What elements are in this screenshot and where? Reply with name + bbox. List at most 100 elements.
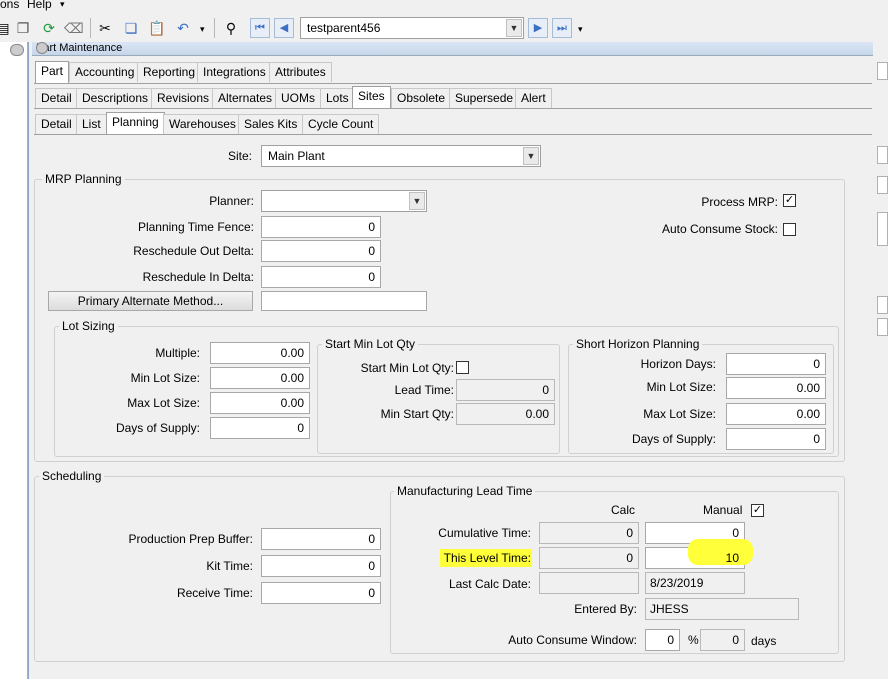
manual-checkbox[interactable]: ✓ xyxy=(751,504,764,517)
print-icon[interactable]: ▤ xyxy=(0,19,12,37)
tab-descriptions[interactable]: Descriptions xyxy=(76,88,155,108)
planning-time-fence-field[interactable]: 0 xyxy=(261,216,381,238)
tab-reporting[interactable]: Reporting xyxy=(137,62,202,82)
side-tab[interactable] xyxy=(877,318,888,336)
tab-warehouses[interactable]: Warehouses xyxy=(163,114,242,134)
sh-days-of-supply-field[interactable]: 0 xyxy=(726,428,826,450)
binoculars-icon[interactable]: ⚲ xyxy=(222,19,240,37)
sh-max-lot-size-field[interactable]: 0.00 xyxy=(726,403,826,425)
primary-alternate-method-button[interactable]: Primary Alternate Method... xyxy=(48,291,253,311)
eraser-icon[interactable]: ⌫ xyxy=(64,19,84,37)
auto-consume-window-label: Auto Consume Window: xyxy=(508,633,637,647)
tab-obsolete[interactable]: Obsolete xyxy=(391,88,452,108)
tab-lots[interactable]: Lots xyxy=(320,88,355,108)
auto-consume-days-field: 0 xyxy=(700,629,745,651)
side-tab[interactable] xyxy=(877,212,888,246)
menu-item-ons[interactable]: ons xyxy=(0,0,19,11)
process-mrp-checkbox[interactable]: ✓ xyxy=(783,194,796,207)
record-search-combo[interactable]: testparent456 ▼ xyxy=(300,17,524,39)
production-prep-buffer-label: Production Prep Buffer: xyxy=(128,532,253,546)
last-calc-date-calc xyxy=(539,572,639,594)
refresh-icon[interactable]: ⟳ xyxy=(40,19,58,37)
site-label: Site: xyxy=(227,149,252,163)
tab-accounting[interactable]: Accounting xyxy=(69,62,141,82)
tab-sites[interactable]: Sites xyxy=(352,86,391,108)
horizon-days-field[interactable]: 0 xyxy=(726,353,826,375)
side-tab[interactable] xyxy=(877,296,888,314)
tab-revisions[interactable]: Revisions xyxy=(151,88,216,108)
this-level-time-manual[interactable]: 10 xyxy=(645,539,753,569)
auto-consume-stock-checkbox[interactable] xyxy=(783,223,796,236)
side-tab[interactable] xyxy=(877,176,888,194)
start-min-lot-qty-label: Start Min Lot Qty: xyxy=(360,361,454,375)
lead-time-label: Lead Time: xyxy=(394,383,454,397)
chevron-down-icon[interactable]: ▾ xyxy=(578,24,583,35)
reschedule-in-delta-field[interactable]: 0 xyxy=(261,266,381,288)
window-titlebar: Part Maintenance xyxy=(32,42,873,56)
side-tab[interactable] xyxy=(877,146,888,164)
tab-integrations[interactable]: Integrations xyxy=(197,62,272,82)
kit-time-label: Kit Time: xyxy=(206,559,253,573)
first-record-button[interactable]: ⏮ xyxy=(250,18,270,38)
multiple-field[interactable]: 0.00 xyxy=(210,342,310,364)
primary-alternate-method-field[interactable] xyxy=(261,291,427,311)
chevron-down-icon[interactable]: ▾ xyxy=(200,24,205,35)
sh-min-lot-size-field[interactable]: 0.00 xyxy=(726,377,826,399)
tab-attributes[interactable]: Attributes xyxy=(269,62,332,82)
this-level-time-calc: 0 xyxy=(539,547,639,569)
highlight-mark xyxy=(688,539,753,565)
previous-record-button[interactable]: ◀ xyxy=(274,18,294,38)
kit-time-field[interactable]: 0 xyxy=(261,555,381,577)
tab-detail[interactable]: Detail xyxy=(35,88,78,108)
days-of-supply-field[interactable]: 0 xyxy=(210,417,310,439)
days-label: days xyxy=(751,634,777,648)
sh-days-of-supply-label: Days of Supply: xyxy=(631,432,716,446)
reschedule-in-delta-label: Reschedule In Delta: xyxy=(142,270,254,284)
lot-sizing-title: Lot Sizing xyxy=(59,319,118,333)
last-record-button[interactable]: ⏭ xyxy=(552,18,572,38)
tab-alternates[interactable]: Alternates xyxy=(212,88,279,108)
tab-detail-sub[interactable]: Detail xyxy=(35,114,78,134)
copy-doc-icon[interactable]: ❐ xyxy=(14,19,32,37)
undo-icon[interactable]: ↶ xyxy=(174,19,192,37)
next-record-button[interactable]: ▶ xyxy=(528,18,548,38)
tab-planning[interactable]: Planning xyxy=(106,112,165,134)
copy-icon[interactable]: ❏ xyxy=(122,19,140,37)
receive-time-field[interactable]: 0 xyxy=(261,582,381,604)
chevron-down-icon[interactable]: ▾ xyxy=(60,0,65,10)
tab-part[interactable]: Part xyxy=(35,61,70,83)
cut-icon[interactable]: ✂ xyxy=(96,19,114,37)
chevron-down-icon[interactable]: ▼ xyxy=(523,147,539,165)
start-min-lot-qty-checkbox[interactable] xyxy=(456,361,469,374)
tab-cycle-count[interactable]: Cycle Count xyxy=(302,114,380,134)
planner-select[interactable]: ▼ xyxy=(261,190,427,212)
start-min-lot-qty-title: Start Min Lot Qty xyxy=(322,337,419,351)
site-select[interactable]: Main Plant ▼ xyxy=(261,145,541,167)
record-search-value: testparent456 xyxy=(307,21,381,35)
auto-consume-window-field[interactable]: 0 xyxy=(645,629,680,651)
chevron-down-icon[interactable]: ▼ xyxy=(409,192,425,210)
tab-list[interactable]: List xyxy=(76,114,107,134)
min-lot-size-field[interactable]: 0.00 xyxy=(210,367,310,389)
last-calc-date-manual: 8/23/2019 xyxy=(645,572,745,594)
side-tab[interactable] xyxy=(877,62,888,80)
tab-supersede[interactable]: Supersede xyxy=(449,88,520,108)
max-lot-size-label: Max Lot Size: xyxy=(127,396,200,410)
process-mrp-label: Process MRP: xyxy=(701,195,778,209)
paste-icon[interactable]: 📋 xyxy=(148,19,166,37)
pin-icon[interactable] xyxy=(10,44,24,56)
lead-time-field: 0 xyxy=(456,379,555,401)
receive-time-label: Receive Time: xyxy=(176,586,253,600)
production-prep-buffer-field[interactable]: 0 xyxy=(261,528,381,550)
tab-alert[interactable]: Alert xyxy=(515,88,552,108)
horizon-days-label: Horizon Days: xyxy=(640,357,716,371)
tab-sales-kits[interactable]: Sales Kits xyxy=(238,114,304,134)
reschedule-out-delta-label: Reschedule Out Delta: xyxy=(133,244,254,258)
menu-item-help[interactable]: Help xyxy=(27,0,52,11)
max-lot-size-field[interactable]: 0.00 xyxy=(210,392,310,414)
pin-icon[interactable] xyxy=(36,42,48,54)
this-level-time-label: This Level Time: xyxy=(443,551,531,565)
chevron-down-icon[interactable]: ▼ xyxy=(506,19,522,37)
reschedule-out-delta-field[interactable]: 0 xyxy=(261,240,381,262)
tab-uoms[interactable]: UOMs xyxy=(275,88,321,108)
